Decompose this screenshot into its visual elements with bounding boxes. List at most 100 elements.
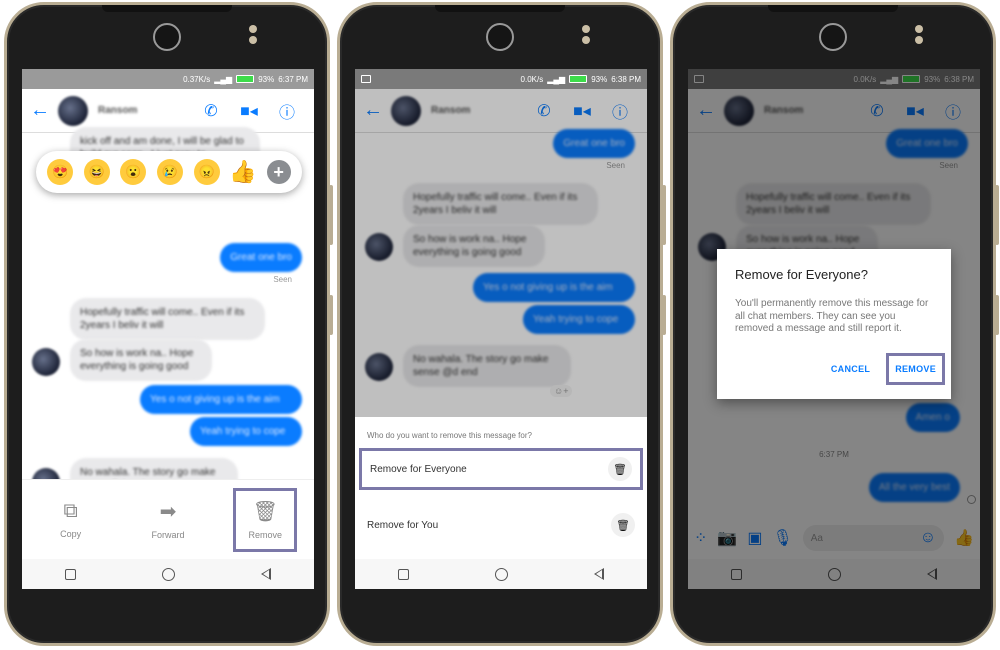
- sent-check-icon: [967, 495, 976, 504]
- more-reactions-icon[interactable]: +: [266, 160, 291, 184]
- message-bubble[interactable]: So how is work na.. Hope everything is g…: [70, 339, 212, 381]
- forward-button[interactable]: ➡ Forward: [136, 488, 200, 552]
- speaker-grille: [102, 5, 232, 12]
- sheet-question: Who do you want to remove this message f…: [367, 431, 532, 440]
- status-bar: 0.0K/s ▂▄▆ 93% 6:38 PM: [688, 69, 980, 89]
- message-bubble[interactable]: Amen o: [905, 403, 960, 432]
- recents-icon[interactable]: [398, 568, 409, 580]
- battery-level: 93%: [924, 74, 941, 84]
- message-timestamp: 6:37 PM: [819, 450, 849, 459]
- gallery-icon[interactable]: ▣: [747, 528, 762, 548]
- network-speed: 0.0K/s: [853, 74, 877, 84]
- message-bubble[interactable]: Yes o not giving up is the aim: [140, 385, 302, 414]
- contact-name[interactable]: Ransom: [764, 105, 858, 116]
- phone-call-icon[interactable]: ✆: [858, 101, 896, 121]
- message-bubble[interactable]: Yes o not giving up is the aim: [473, 273, 635, 302]
- message-bubble[interactable]: Great one bro: [886, 129, 968, 158]
- battery-icon: [236, 75, 255, 83]
- angry-reaction-icon[interactable]: 😠: [193, 159, 220, 185]
- remove-for-you-option[interactable]: Remove for You 🗑: [359, 504, 643, 546]
- back-arrow-icon[interactable]: ←: [363, 99, 391, 122]
- wow-reaction-icon[interactable]: 😮: [120, 159, 147, 185]
- avatar[interactable]: [391, 95, 421, 126]
- volume-button: [995, 185, 999, 245]
- copy-button[interactable]: ⧉ Copy: [39, 488, 103, 552]
- android-nav-bar: [22, 559, 314, 589]
- contact-name[interactable]: Ransom: [431, 105, 525, 116]
- home-icon[interactable]: [495, 567, 508, 581]
- avatar[interactable]: [58, 95, 88, 126]
- reaction-picker: 😍 😆 😮 😢 😠 👍 +: [36, 151, 302, 193]
- contact-avatar: [365, 233, 393, 261]
- info-icon[interactable]: ⓘ: [934, 99, 972, 123]
- emoji-icon[interactable]: ☺: [920, 529, 936, 547]
- love-eyes-reaction-icon[interactable]: 😍: [47, 159, 74, 185]
- contact-name[interactable]: Ransom: [98, 105, 192, 116]
- message-bubble[interactable]: No wahala. The story go make sense @d en…: [403, 345, 571, 387]
- sad-reaction-icon[interactable]: 😢: [156, 159, 183, 185]
- back-icon[interactable]: [927, 568, 937, 580]
- laugh-reaction-icon[interactable]: 😆: [83, 159, 110, 185]
- recents-icon[interactable]: [65, 568, 76, 580]
- forward-arrow-icon: ➡: [159, 501, 177, 523]
- message-bubble[interactable]: Great one bro: [220, 243, 302, 272]
- contact-avatar: [32, 348, 60, 376]
- add-reaction-button[interactable]: ☺+: [550, 385, 573, 397]
- back-icon[interactable]: [594, 568, 604, 580]
- info-icon[interactable]: ⓘ: [601, 99, 639, 123]
- phone-2: 0.0K/s ▂▄▆ 93% 6:38 PM ← Ransom ✆ ■◂ ⓘ G…: [337, 2, 666, 646]
- input-placeholder: Aa: [810, 532, 823, 544]
- home-icon[interactable]: [828, 567, 841, 581]
- sensor: [582, 25, 590, 45]
- chat-header: ← Ransom ✆ ■◂ ⓘ: [355, 89, 647, 133]
- remove-confirm-button[interactable]: REMOVE: [886, 353, 945, 385]
- phone-call-icon[interactable]: ✆: [192, 101, 230, 121]
- back-icon[interactable]: [261, 568, 271, 580]
- seen-indicator: Seen: [273, 275, 292, 284]
- battery-icon: [569, 75, 588, 83]
- message-input[interactable]: Aa ☺: [802, 525, 945, 551]
- signal-icon: ▂▄▆: [547, 74, 566, 84]
- avatar[interactable]: [724, 95, 754, 126]
- info-icon[interactable]: ⓘ: [268, 99, 306, 123]
- message-bubble[interactable]: All the very best: [868, 473, 960, 502]
- camera-icon[interactable]: 📷: [717, 528, 737, 548]
- remove-for-everyone-option[interactable]: Remove for Everyone 🗑: [359, 448, 643, 490]
- microphone-icon[interactable]: 🎙: [772, 528, 792, 548]
- power-button: [662, 295, 666, 335]
- video-call-icon[interactable]: ■◂: [896, 101, 934, 121]
- message-bubble[interactable]: Hopefully traffic will come.. Even if it…: [736, 183, 931, 225]
- back-arrow-icon[interactable]: ←: [30, 99, 58, 122]
- screen: 0.0K/s ▂▄▆ 93% 6:38 PM ← Ransom ✆ ■◂ ⓘ G…: [355, 69, 647, 589]
- phone-call-icon[interactable]: ✆: [525, 101, 563, 121]
- apps-grid-icon[interactable]: ⁘: [694, 528, 707, 548]
- message-bubble[interactable]: Hopefully traffic will come.. Even if it…: [70, 298, 265, 340]
- phone-3: 0.0K/s ▂▄▆ 93% 6:38 PM ← Ransom ✆ ■◂ ⓘ G…: [670, 2, 999, 646]
- thumbs-up-icon[interactable]: 👍: [954, 528, 974, 548]
- screen: 0.0K/s ▂▄▆ 93% 6:38 PM ← Ransom ✆ ■◂ ⓘ G…: [688, 69, 980, 589]
- sensor: [249, 25, 257, 45]
- home-icon[interactable]: [162, 567, 175, 581]
- dialog-title: Remove for Everyone?: [735, 267, 868, 282]
- signal-icon: ▂▄▆: [880, 74, 899, 84]
- message-list: kick off and am done, I will be glad to …: [22, 127, 314, 533]
- android-nav-bar: [688, 559, 980, 589]
- message-bubble[interactable]: Hopefully traffic will come.. Even if it…: [403, 183, 598, 225]
- network-speed: 0.0K/s: [520, 74, 544, 84]
- message-bubble[interactable]: So how is work na.. Hope everything is g…: [403, 225, 545, 267]
- video-call-icon[interactable]: ■◂: [230, 101, 268, 121]
- remove-options-sheet: Who do you want to remove this message f…: [355, 417, 647, 559]
- back-arrow-icon[interactable]: ←: [696, 99, 724, 122]
- message-bubble[interactable]: Yeah trying to cope: [523, 305, 635, 334]
- remove-button[interactable]: 🗑 Remove: [233, 487, 298, 552]
- remove-label: Remove: [248, 530, 283, 540]
- screen: 0.37K/s ▂▄▆ 93% 6:37 PM ← Ransom ✆ ■◂ ⓘ …: [22, 69, 314, 589]
- thumbs-up-reaction-icon[interactable]: 👍: [229, 159, 256, 185]
- cancel-button[interactable]: CANCEL: [825, 356, 876, 382]
- message-bubble[interactable]: Yeah trying to cope: [190, 417, 302, 446]
- recents-icon[interactable]: [731, 568, 742, 580]
- message-bubble[interactable]: Great one bro: [553, 129, 635, 158]
- trash-icon: 🗑: [608, 457, 632, 481]
- speaker-grille: [768, 5, 898, 12]
- video-call-icon[interactable]: ■◂: [563, 101, 601, 121]
